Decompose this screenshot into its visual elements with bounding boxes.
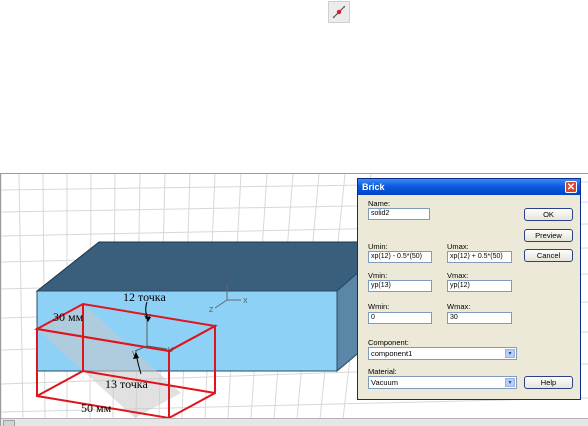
name-field[interactable]: solid2 [368,208,430,220]
height-dimension-label: 30 мм [53,310,84,324]
material-value: Vacuum [371,378,398,387]
pick-point-icon [332,5,346,19]
axis-x-label: X [243,298,248,305]
wmax-label: Wmax: [447,302,471,311]
viewport-corner-tab[interactable] [3,420,15,426]
component-label: Component: [368,338,409,347]
brick-dialog: Brick ✕ Name: solid2 Umin: xp(12) - 0.5*… [357,178,581,400]
preview-button[interactable]: Preview [524,229,573,242]
axis-z-label: Z [209,307,214,314]
wmin-label: Wmin: [368,302,390,311]
component-select[interactable]: component1 ▾ [368,347,517,360]
help-button[interactable]: Help [524,376,573,389]
material-select[interactable]: Vacuum ▾ [368,376,517,389]
dialog-title: Brick [362,182,385,192]
name-label: Name: [368,199,391,208]
viewport-status-strip [1,418,588,426]
cancel-button[interactable]: Cancel [524,249,573,262]
vmin-field[interactable]: yp(13) [368,280,432,292]
close-icon[interactable]: ✕ [565,181,577,193]
component-value: component1 [371,349,413,358]
umax-field[interactable]: xp(12) + 0.5*(50) [447,251,512,263]
wmax-field[interactable]: 30 [447,312,512,324]
umin-label: Umin: [368,242,388,251]
point-13-label: 13 точка [105,377,148,391]
vmax-field[interactable]: yp(12) [447,280,512,292]
material-label: Material: [368,367,397,376]
length-dimension-label: 50 мм [81,401,112,415]
axis-u-label: U [168,347,173,354]
umin-field[interactable]: xp(12) - 0.5*(50) [368,251,432,263]
dialog-titlebar[interactable]: Brick ✕ [358,179,580,195]
ok-button[interactable]: OK [524,208,573,221]
vmax-label: Vmax: [447,271,469,280]
pick-point-tool-button[interactable] [328,1,350,23]
chevron-down-icon[interactable]: ▾ [505,349,515,358]
umax-label: Umax: [447,242,469,251]
point-12-label: 12 точка [123,290,166,304]
brick-top-face [35,241,395,292]
chevron-down-icon[interactable]: ▾ [505,378,515,387]
wmin-field[interactable]: 0 [368,312,432,324]
axis-y-label: Y [224,277,229,284]
vmin-label: Vmin: [368,271,388,280]
